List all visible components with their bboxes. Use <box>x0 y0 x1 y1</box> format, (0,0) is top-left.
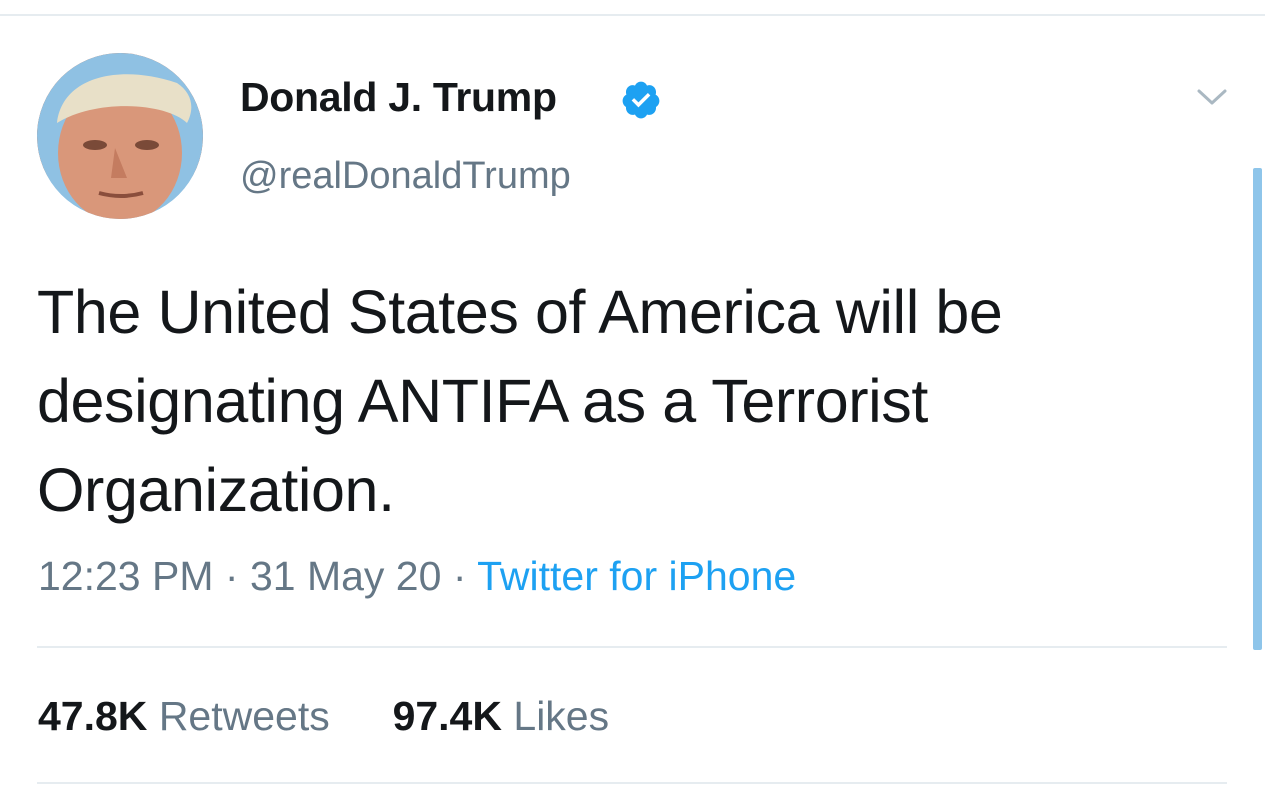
tweet-text-line: designating ANTIFA as a Terrorist <box>37 367 928 435</box>
tweet-text-line: Organization. <box>37 456 395 524</box>
author-display-name[interactable]: Donald J. Trump <box>240 74 557 121</box>
tweet-time[interactable]: 12:23 PM <box>38 553 214 599</box>
avatar[interactable] <box>37 53 203 219</box>
meta-separator: · <box>224 553 239 599</box>
retweets-label: Retweets <box>158 693 330 739</box>
verified-badge-icon <box>622 81 660 119</box>
scrollbar[interactable] <box>1253 168 1262 650</box>
bottom-divider <box>37 782 1227 784</box>
likes-label: Likes <box>513 693 610 739</box>
top-divider <box>0 14 1265 16</box>
tweet-date[interactable]: 31 May 20 <box>250 553 441 599</box>
stats-divider <box>37 646 1227 648</box>
author-handle[interactable]: @realDonaldTrump <box>240 155 571 198</box>
retweets-stat[interactable]: 47.8K Retweets <box>38 693 341 739</box>
tweet-stats: 47.8K Retweets 97.4K Likes <box>38 693 609 740</box>
likes-count: 97.4K <box>392 693 502 739</box>
chevron-down-icon[interactable] <box>1195 84 1229 110</box>
meta-separator: · <box>452 553 467 599</box>
retweets-count: 47.8K <box>38 693 148 739</box>
tweet-text: The United States of America will be des… <box>37 268 1227 535</box>
avatar-portrait-icon <box>37 53 203 219</box>
likes-stat[interactable]: 97.4K Likes <box>381 693 610 739</box>
tweet-text-line: The United States of America will be <box>37 278 1003 346</box>
tweet-meta: 12:23 PM · 31 May 20 · Twitter for iPhon… <box>38 553 796 600</box>
tweet-source-link[interactable]: Twitter for iPhone <box>477 553 796 599</box>
